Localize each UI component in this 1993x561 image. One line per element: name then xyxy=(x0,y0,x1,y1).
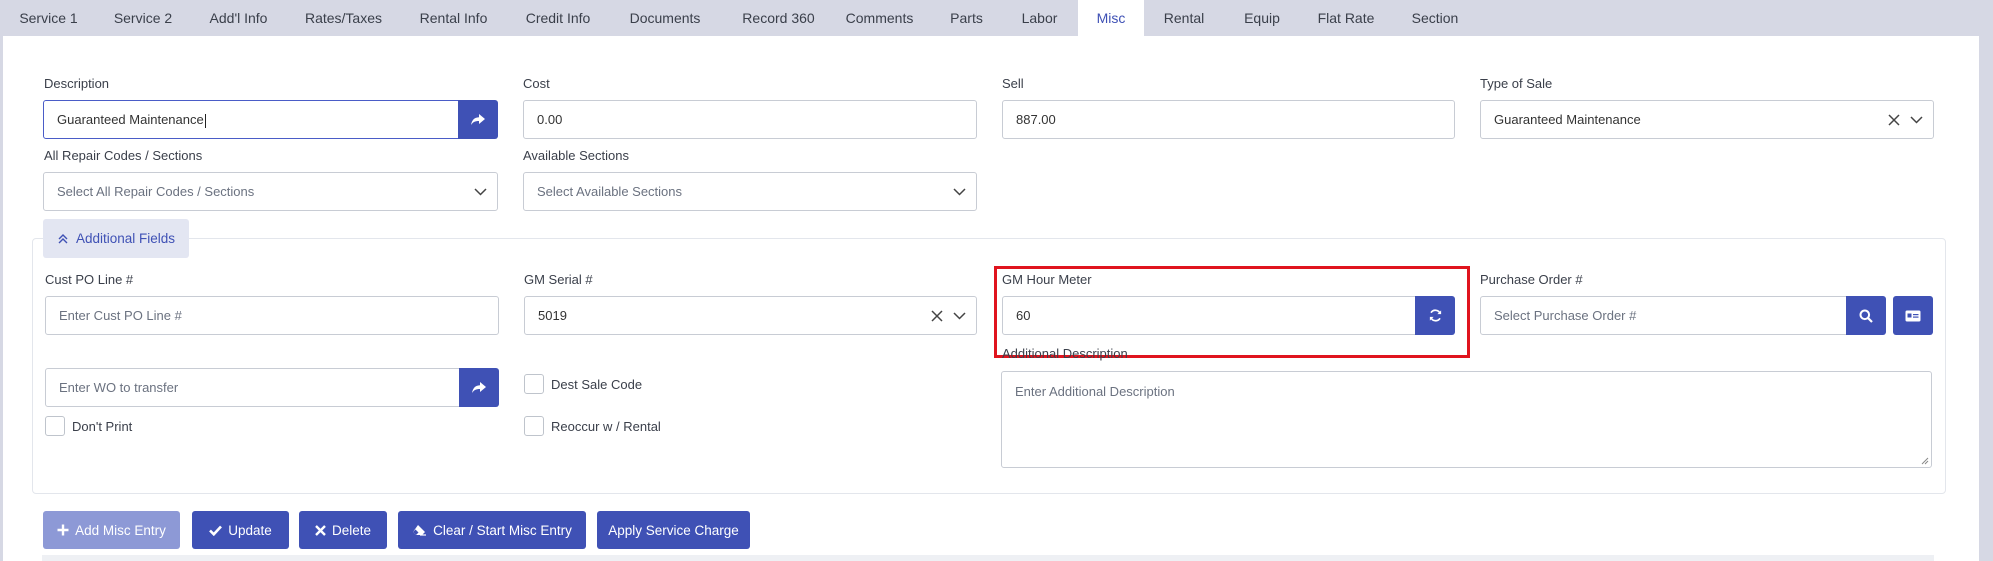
tab-equip[interactable]: Equip xyxy=(1224,0,1300,36)
gm-hour-meter-input[interactable]: 60 xyxy=(1002,296,1416,335)
chevron-down-icon[interactable] xyxy=(953,311,966,320)
type-of-sale-label: Type of Sale xyxy=(1480,76,1553,91)
chevron-down-icon xyxy=(953,187,966,196)
wo-transfer-button[interactable] xyxy=(459,368,499,407)
add-misc-entry-label: Add Misc Entry xyxy=(75,522,166,538)
tab-section[interactable]: Section xyxy=(1392,0,1478,36)
clear-start-misc-entry-button[interactable]: Clear / Start Misc Entry xyxy=(398,511,586,549)
resize-handle-icon[interactable] xyxy=(1921,457,1929,465)
share-arrow-icon xyxy=(471,113,485,125)
plus-icon xyxy=(57,524,69,536)
gm-serial-label: GM Serial # xyxy=(524,272,593,287)
purchase-order-select[interactable]: Select Purchase Order # xyxy=(1480,296,1847,335)
search-icon xyxy=(1859,309,1873,323)
delete-label: Delete xyxy=(331,522,372,538)
check-icon xyxy=(209,525,223,536)
description-label: Description xyxy=(44,76,110,91)
tab-parts[interactable]: Parts xyxy=(924,0,1009,36)
available-sections-label: Available Sections xyxy=(523,148,629,163)
tab-documents[interactable]: Documents xyxy=(608,0,722,36)
additional-fields-toggle[interactable]: Additional Fields xyxy=(43,219,189,258)
clear-icon[interactable] xyxy=(931,309,943,322)
gm-hour-meter-refresh-button[interactable] xyxy=(1415,296,1455,335)
gm-serial-select[interactable]: 5019 xyxy=(524,296,977,335)
text-cursor xyxy=(204,113,206,128)
description-share-button[interactable] xyxy=(458,100,498,139)
tab-rental[interactable]: Rental xyxy=(1144,0,1224,36)
description-value: Guaranteed Maintenance xyxy=(57,112,204,127)
available-sections-placeholder: Select Available Sections xyxy=(537,184,683,199)
purchase-order-label: Purchase Order # xyxy=(1480,272,1583,287)
dest-sale-code-checkbox[interactable] xyxy=(524,374,544,394)
tab-bar: Service 1 Service 2 Add'l Info Rates/Tax… xyxy=(0,0,1993,36)
additional-description-placeholder: Enter Additional Description xyxy=(1015,384,1175,399)
chevron-down-icon xyxy=(474,187,487,196)
additional-description-label: Additional Description xyxy=(1002,346,1128,361)
gm-serial-value: 5019 xyxy=(538,308,567,323)
dont-print-checkbox[interactable] xyxy=(45,416,65,436)
left-edge xyxy=(0,36,3,561)
reoccur-rental-label: Reoccur w / Rental xyxy=(551,419,661,434)
tab-record-360[interactable]: Record 360 xyxy=(722,0,835,36)
update-label: Update xyxy=(228,522,272,538)
cust-po-line-label: Cust PO Line # xyxy=(45,272,134,287)
clear-icon[interactable] xyxy=(1888,113,1900,126)
table-top-edge xyxy=(42,555,1934,561)
chevron-down-icon[interactable] xyxy=(1910,115,1923,124)
cost-label: Cost xyxy=(523,76,550,91)
tab-flat-rate[interactable]: Flat Rate xyxy=(1300,0,1392,36)
id-card-icon xyxy=(1905,310,1921,321)
description-input[interactable]: Guaranteed Maintenance xyxy=(43,100,459,139)
additional-fields-label: Additional Fields xyxy=(76,231,176,246)
right-edge xyxy=(1979,36,1993,561)
add-misc-entry-button[interactable]: Add Misc Entry xyxy=(43,511,180,549)
cust-po-line-input[interactable]: Enter Cust PO Line # xyxy=(45,296,499,335)
eraser-icon xyxy=(413,525,427,536)
sell-label: Sell xyxy=(1002,76,1024,91)
update-button[interactable]: Update xyxy=(192,511,289,549)
clear-start-label: Clear / Start Misc Entry xyxy=(433,522,572,538)
tab-misc[interactable]: Misc xyxy=(1078,0,1144,36)
available-sections-select[interactable]: Select Available Sections xyxy=(523,172,977,211)
type-of-sale-value: Guaranteed Maintenance xyxy=(1494,112,1641,127)
share-arrow-icon xyxy=(472,381,486,393)
repair-codes-select[interactable]: Select All Repair Codes / Sections xyxy=(43,172,498,211)
chevron-double-up-icon xyxy=(58,234,68,244)
repair-codes-label: All Repair Codes / Sections xyxy=(44,148,203,163)
wo-transfer-input[interactable]: Enter WO to transfer xyxy=(45,368,460,407)
dont-print-label: Don't Print xyxy=(72,419,133,434)
gm-hour-meter-label: GM Hour Meter xyxy=(1002,272,1092,287)
close-icon xyxy=(315,524,326,536)
tab-rental-info[interactable]: Rental Info xyxy=(399,0,508,36)
additional-description-input[interactable]: Enter Additional Description xyxy=(1001,371,1932,468)
apply-service-charge-label: Apply Service Charge xyxy=(608,522,739,538)
purchase-order-search-button[interactable] xyxy=(1846,296,1886,335)
apply-service-charge-button[interactable]: Apply Service Charge xyxy=(597,511,750,549)
tab-service-2[interactable]: Service 2 xyxy=(97,0,189,36)
refresh-icon xyxy=(1429,309,1441,322)
tab-labor[interactable]: Labor xyxy=(1009,0,1070,36)
delete-button[interactable]: Delete xyxy=(299,511,387,549)
cost-input[interactable]: 0.00 xyxy=(523,100,977,139)
repair-codes-placeholder: Select All Repair Codes / Sections xyxy=(57,184,255,199)
type-of-sale-select[interactable]: Guaranteed Maintenance xyxy=(1480,100,1934,139)
tab-comments[interactable]: Comments xyxy=(835,0,924,36)
tab-credit-info[interactable]: Credit Info xyxy=(508,0,608,36)
sell-input[interactable]: 887.00 xyxy=(1002,100,1455,139)
tab-rates-taxes[interactable]: Rates/Taxes xyxy=(288,0,399,36)
dest-sale-code-label: Dest Sale Code xyxy=(551,377,643,392)
tab-service-1[interactable]: Service 1 xyxy=(0,0,97,36)
reoccur-rental-checkbox[interactable] xyxy=(524,416,544,436)
tab-addl-info[interactable]: Add'l Info xyxy=(189,0,288,36)
purchase-order-card-button[interactable] xyxy=(1893,296,1933,335)
